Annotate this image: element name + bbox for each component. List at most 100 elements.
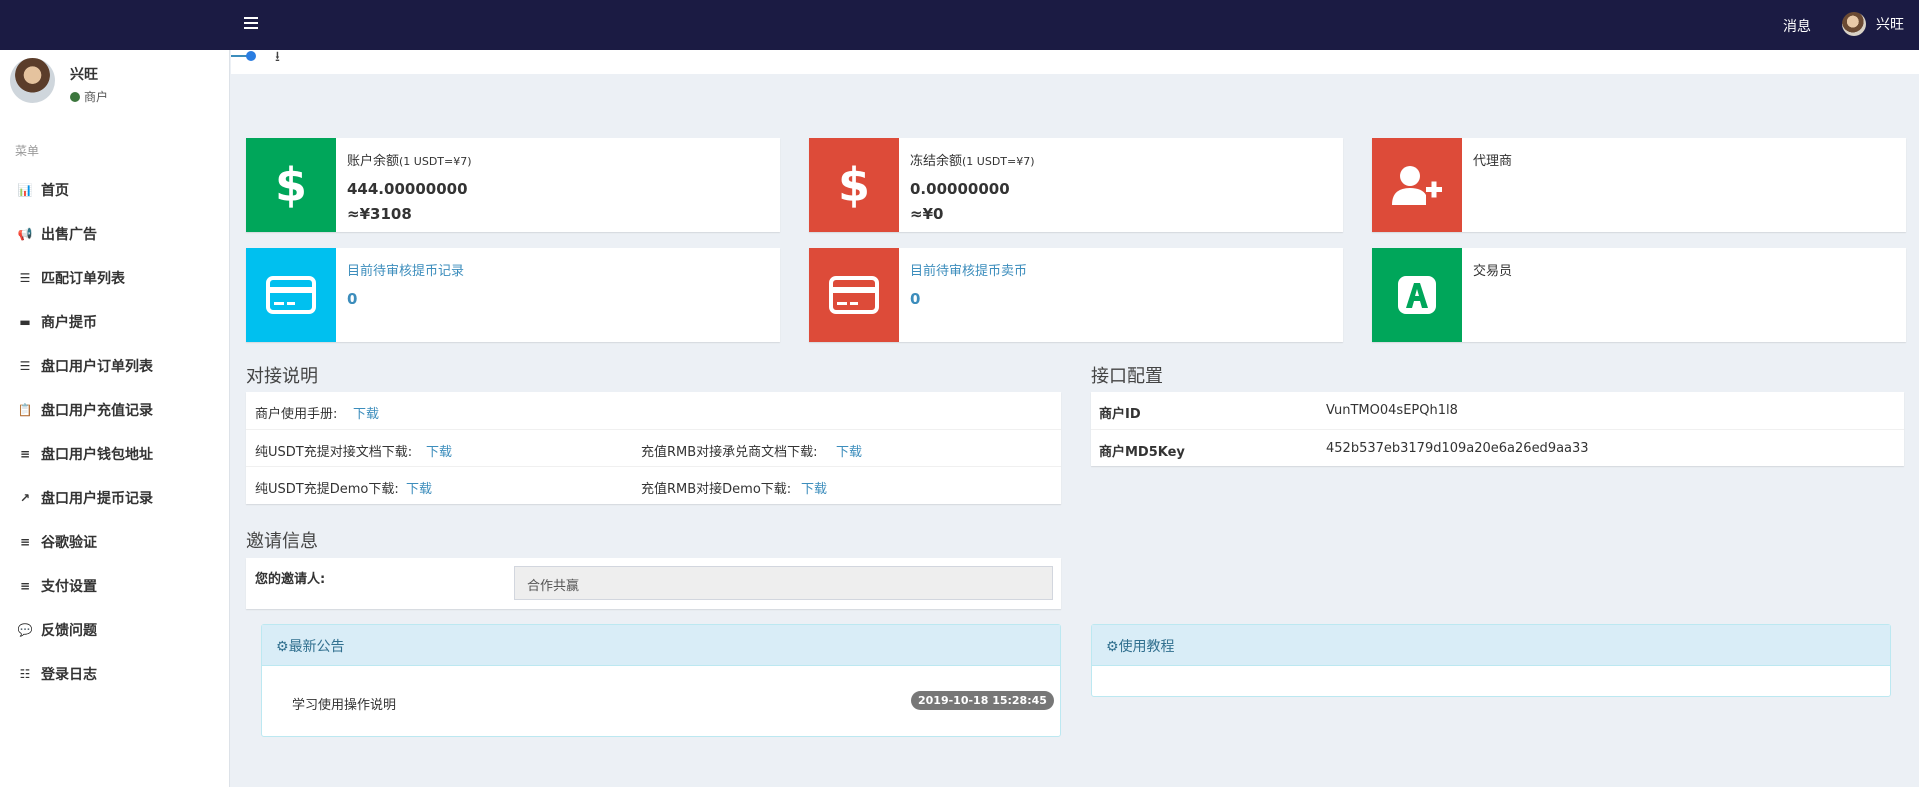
messages-link[interactable]: 消息 xyxy=(1783,16,1811,36)
inviter-label: 您的邀请人: xyxy=(255,572,326,587)
bars-icon: ≡ xyxy=(19,579,31,593)
avatar xyxy=(10,58,55,103)
sidebar-item-google-auth[interactable]: ≡ 谷歌验证 xyxy=(0,520,230,564)
rmb-demo-download-link[interactable]: 下载 xyxy=(801,478,827,497)
md5key-value: 452b537eb3179d109a20e6a26ed9aa33 xyxy=(1326,441,1589,456)
sidebar-item-sell-ads[interactable]: 📢 出售广告 xyxy=(0,212,230,256)
api-config-panel: 商户ID VunTMO04sEPQh1l8 商户MD5Key 452b537eb… xyxy=(1091,392,1904,466)
pending-withdraw-box[interactable]: 目前待审核提币记录 0 xyxy=(246,248,780,342)
table-row: 纯USDT充提对接文档下载: 下载 充值RMB对接承兑商文档下载: 下载 xyxy=(246,429,1061,466)
sidebar-item-login-log[interactable]: ☷ 登录日志 xyxy=(0,652,230,696)
trader-label: 交易员 xyxy=(1473,264,1513,279)
user-name: 兴旺 xyxy=(70,67,98,83)
md5key-key: 商户MD5Key xyxy=(1099,445,1185,460)
rmb-doc-download-link[interactable]: 下载 xyxy=(836,441,862,460)
user-role: 商户 xyxy=(84,90,109,104)
sidebar-item-label: 盘口用户订单列表 xyxy=(41,359,153,375)
user-name: 兴旺 xyxy=(1876,17,1904,33)
frozen-box: $ 冻结余额(1 USDT=¥7) 0.00000000 ≈¥0 xyxy=(809,138,1343,232)
top-navbar: 消息 兴旺 xyxy=(0,0,1919,50)
sidebar-item-payment-settings[interactable]: ≡ 支付设置 xyxy=(0,564,230,608)
announcement-date-badge: 2019-10-18 15:28:45 xyxy=(911,691,1054,710)
announcement-title: 最新公告 xyxy=(288,639,345,655)
user-menu[interactable]: 兴旺 xyxy=(1842,12,1904,36)
credit-card-icon: ▬ xyxy=(19,315,31,329)
sidebar-item-label: 商户提币 xyxy=(41,315,97,331)
table-row: 商户使用手册: 下载 xyxy=(246,392,1061,429)
sidebar-item-home[interactable]: 📊 首页 xyxy=(0,168,230,212)
balance-label: 账户余额 xyxy=(347,154,400,169)
sidebar-item-user-deposits[interactable]: 📋 盘口用户充值记录 xyxy=(0,388,230,432)
manual-label: 商户使用手册: xyxy=(255,407,338,422)
content-toolbar: ⭳ xyxy=(231,49,1919,74)
integration-panel: 商户使用手册: 下载 纯USDT充提对接文档下载: 下载 充值RMB对接承兑商文… xyxy=(246,392,1061,504)
user-panel: 兴旺 商户 xyxy=(10,58,108,105)
usdt-demo-label: 纯USDT充提Demo下载: xyxy=(255,482,399,497)
credit-card-icon xyxy=(809,248,899,342)
invite-title: 邀请信息 xyxy=(246,531,318,552)
merchant-id-key: 商户ID xyxy=(1099,407,1141,422)
balance-cny: ≈¥3108 xyxy=(347,205,412,223)
trader-box[interactable]: 交易员 xyxy=(1372,248,1906,342)
list-ol-icon: ☷ xyxy=(19,667,31,681)
sidebar-item-user-wallets[interactable]: ≡ 盘口用户钱包地址 xyxy=(0,432,230,476)
sidebar-item-label: 支付设置 xyxy=(41,579,97,595)
sidebar-item-label: 登录日志 xyxy=(41,667,97,683)
pending-withdraw-label: 目前待审核提币记录 xyxy=(347,264,465,279)
tutorial-title: 使用教程 xyxy=(1118,639,1175,655)
bars-icon: ≡ xyxy=(19,535,31,549)
download-icon[interactable]: ⭳ xyxy=(275,46,280,70)
integration-title: 对接说明 xyxy=(246,366,318,387)
sidebar-item-label: 盘口用户提币记录 xyxy=(41,491,153,507)
sidebar-item-label: 谷歌验证 xyxy=(41,535,97,551)
tutorial-box: ⚙使用教程 xyxy=(1091,624,1891,697)
usdt-doc-download-link[interactable]: 下载 xyxy=(426,441,452,460)
table-row: 商户ID VunTMO04sEPQh1l8 xyxy=(1091,392,1904,429)
user-plus-icon xyxy=(1372,138,1462,232)
bullhorn-icon: 📢 xyxy=(17,227,33,241)
sidebar-item-merchant-withdraw[interactable]: ▬ 商户提币 xyxy=(0,300,230,344)
clipboard-icon: 📋 xyxy=(17,403,33,417)
dollar-icon: $ xyxy=(246,138,336,232)
comment-icon: 💬 xyxy=(17,623,33,637)
sidebar-item-label: 匹配订单列表 xyxy=(41,271,125,287)
usdt-doc-label: 纯USDT充提对接文档下载: xyxy=(255,445,413,460)
sidebar-item-label: 盘口用户钱包地址 xyxy=(41,447,153,463)
sidebar-item-matched-orders[interactable]: ☰ 匹配订单列表 xyxy=(0,256,230,300)
frozen-value: 0.00000000 xyxy=(910,180,1010,198)
sidebar-item-label: 首页 xyxy=(41,183,69,199)
list-icon: ☰ xyxy=(19,359,31,373)
trader-logo-icon xyxy=(1372,248,1462,342)
agent-box[interactable]: 代理商 xyxy=(1372,138,1906,232)
rmb-doc-label: 充值RMB对接承兑商文档下载: xyxy=(641,445,818,460)
merchant-id-value: VunTMO04sEPQh1l8 xyxy=(1326,403,1458,418)
sidebar-item-user-withdrawals[interactable]: ↗ 盘口用户提币记录 xyxy=(0,476,230,520)
pending-withdraw-value: 0 xyxy=(347,290,358,308)
agent-label: 代理商 xyxy=(1473,154,1513,169)
tutorial-header: ⚙使用教程 xyxy=(1092,625,1890,666)
sidebar-toggle-icon[interactable] xyxy=(244,17,258,29)
list-icon: ☰ xyxy=(19,271,31,285)
invite-panel: 您的邀请人: 合作共赢 xyxy=(246,558,1061,609)
gears-icon: ⚙ xyxy=(276,639,289,655)
usdt-demo-download-link[interactable]: 下载 xyxy=(406,478,432,497)
dollar-icon: $ xyxy=(809,138,899,232)
toggle-slider[interactable] xyxy=(231,50,259,64)
sidebar-item-feedback[interactable]: 💬 反馈问题 xyxy=(0,608,230,652)
balance-rate: (1 USDT=¥7) xyxy=(399,155,472,168)
manual-download-link[interactable]: 下载 xyxy=(353,403,379,422)
sidebar-menu: 📊 首页 📢 出售广告 ☰ 匹配订单列表 ▬ 商户提币 ☰ 盘口用户订单列表 📋 盘口用户充… xyxy=(0,168,230,696)
sidebar-item-user-orders[interactable]: ☰ 盘口用户订单列表 xyxy=(0,344,230,388)
pending-sell-box[interactable]: 目前待审核提币卖币 0 xyxy=(809,248,1343,342)
online-dot-icon xyxy=(70,91,80,102)
sidebar: 兴旺 商户 菜单 📊 首页 📢 出售广告 ☰ 匹配订单列表 ▬ 商户提币 ☰ 盘口用户订单… xyxy=(0,50,230,787)
frozen-label: 冻结余额 xyxy=(910,154,963,169)
menu-header: 菜单 xyxy=(15,144,40,158)
sidebar-item-label: 出售广告 xyxy=(41,227,97,243)
inviter-field: 合作共赢 xyxy=(514,566,1053,600)
api-config-title: 接口配置 xyxy=(1091,366,1163,387)
bar-chart-icon: 📊 xyxy=(17,183,33,197)
external-link-icon: ↗ xyxy=(19,491,31,505)
announcement-item[interactable]: 学习使用操作说明 xyxy=(292,694,396,713)
frozen-cny: ≈¥0 xyxy=(910,205,944,223)
